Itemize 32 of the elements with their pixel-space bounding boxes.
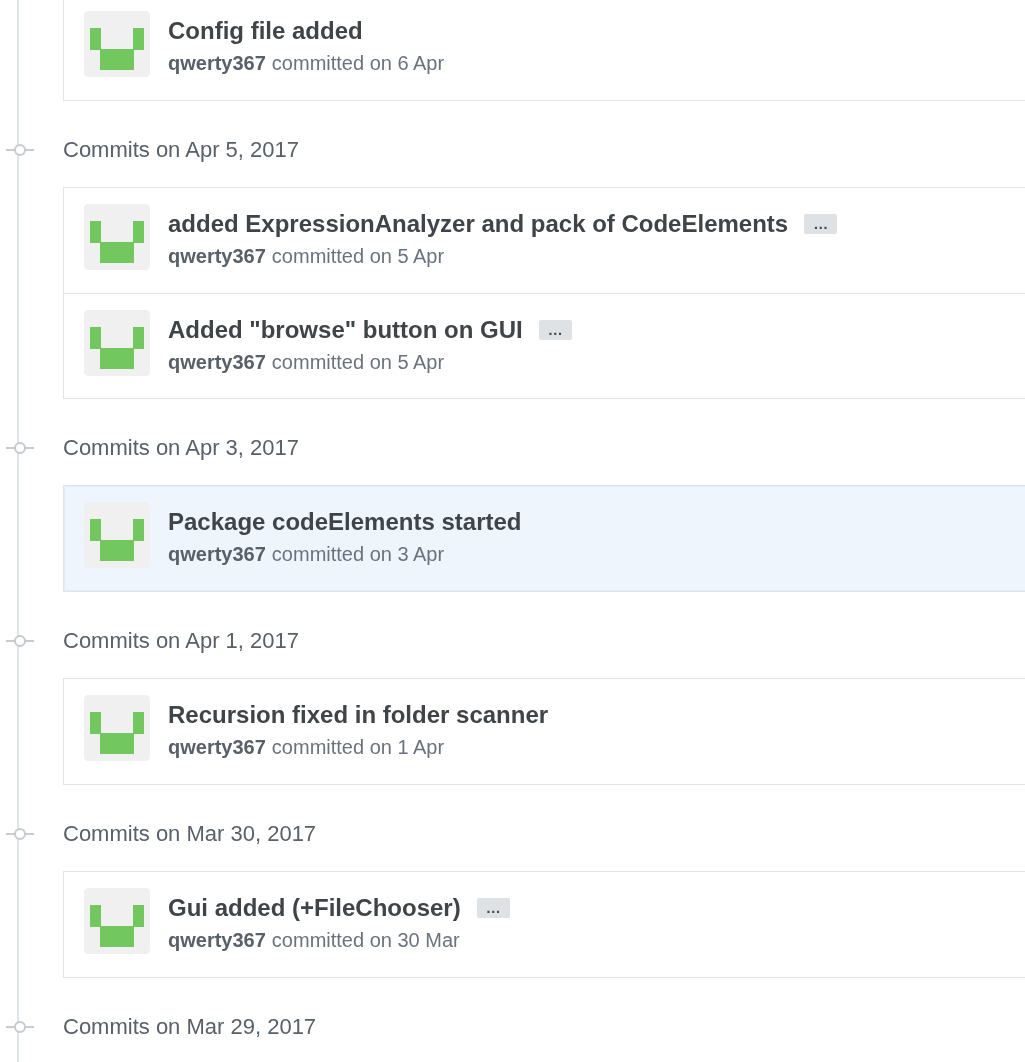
author-name[interactable]: qwerty367	[168, 543, 266, 566]
commit-title[interactable]: Config file added	[168, 17, 363, 45]
commit-icon	[6, 441, 34, 455]
avatar-icon	[84, 204, 150, 270]
commit-date: committed on 3 Apr	[271, 543, 445, 566]
ellipsis-button[interactable]: …	[476, 898, 510, 918]
author-name[interactable]: qwerty367	[168, 929, 266, 952]
commit-icon	[6, 634, 34, 648]
avatar-icon	[84, 502, 150, 568]
ellipsis-button[interactable]: …	[538, 320, 572, 340]
author-name[interactable]: qwerty367	[168, 736, 266, 759]
commit-title[interactable]: Package codeElements started	[168, 508, 522, 536]
avatar-icon	[84, 11, 150, 77]
avatar-icon	[84, 695, 150, 761]
commit-date: committed on 5 Apr	[271, 351, 445, 374]
commit-title[interactable]: Recursion fixed in folder scanner	[168, 701, 549, 729]
author-name[interactable]: qwerty367	[168, 245, 266, 268]
ellipsis-button[interactable]: …	[804, 214, 838, 234]
commit-icon	[6, 1020, 34, 1034]
commit-icon	[6, 827, 34, 841]
author-name[interactable]: qwerty367	[168, 52, 266, 75]
avatar-icon	[84, 888, 150, 954]
commit-date: committed on 5 Apr	[271, 245, 445, 268]
avatar-icon	[84, 310, 150, 376]
commit-icon	[6, 143, 34, 157]
commit-title[interactable]: Added "browse" button on GUI	[168, 316, 523, 344]
commit-date: committed on 1 Apr	[271, 736, 445, 759]
commit-title[interactable]: added ExpressionAnalyzer and pack of CodeElements	[168, 210, 789, 238]
commit-date: committed on 6 Apr	[271, 52, 445, 75]
author-name[interactable]: qwerty367	[168, 351, 266, 374]
commit-date: committed on 30 Mar	[271, 929, 460, 952]
commit-title[interactable]: Gui added (+FileChooser)	[168, 894, 461, 922]
